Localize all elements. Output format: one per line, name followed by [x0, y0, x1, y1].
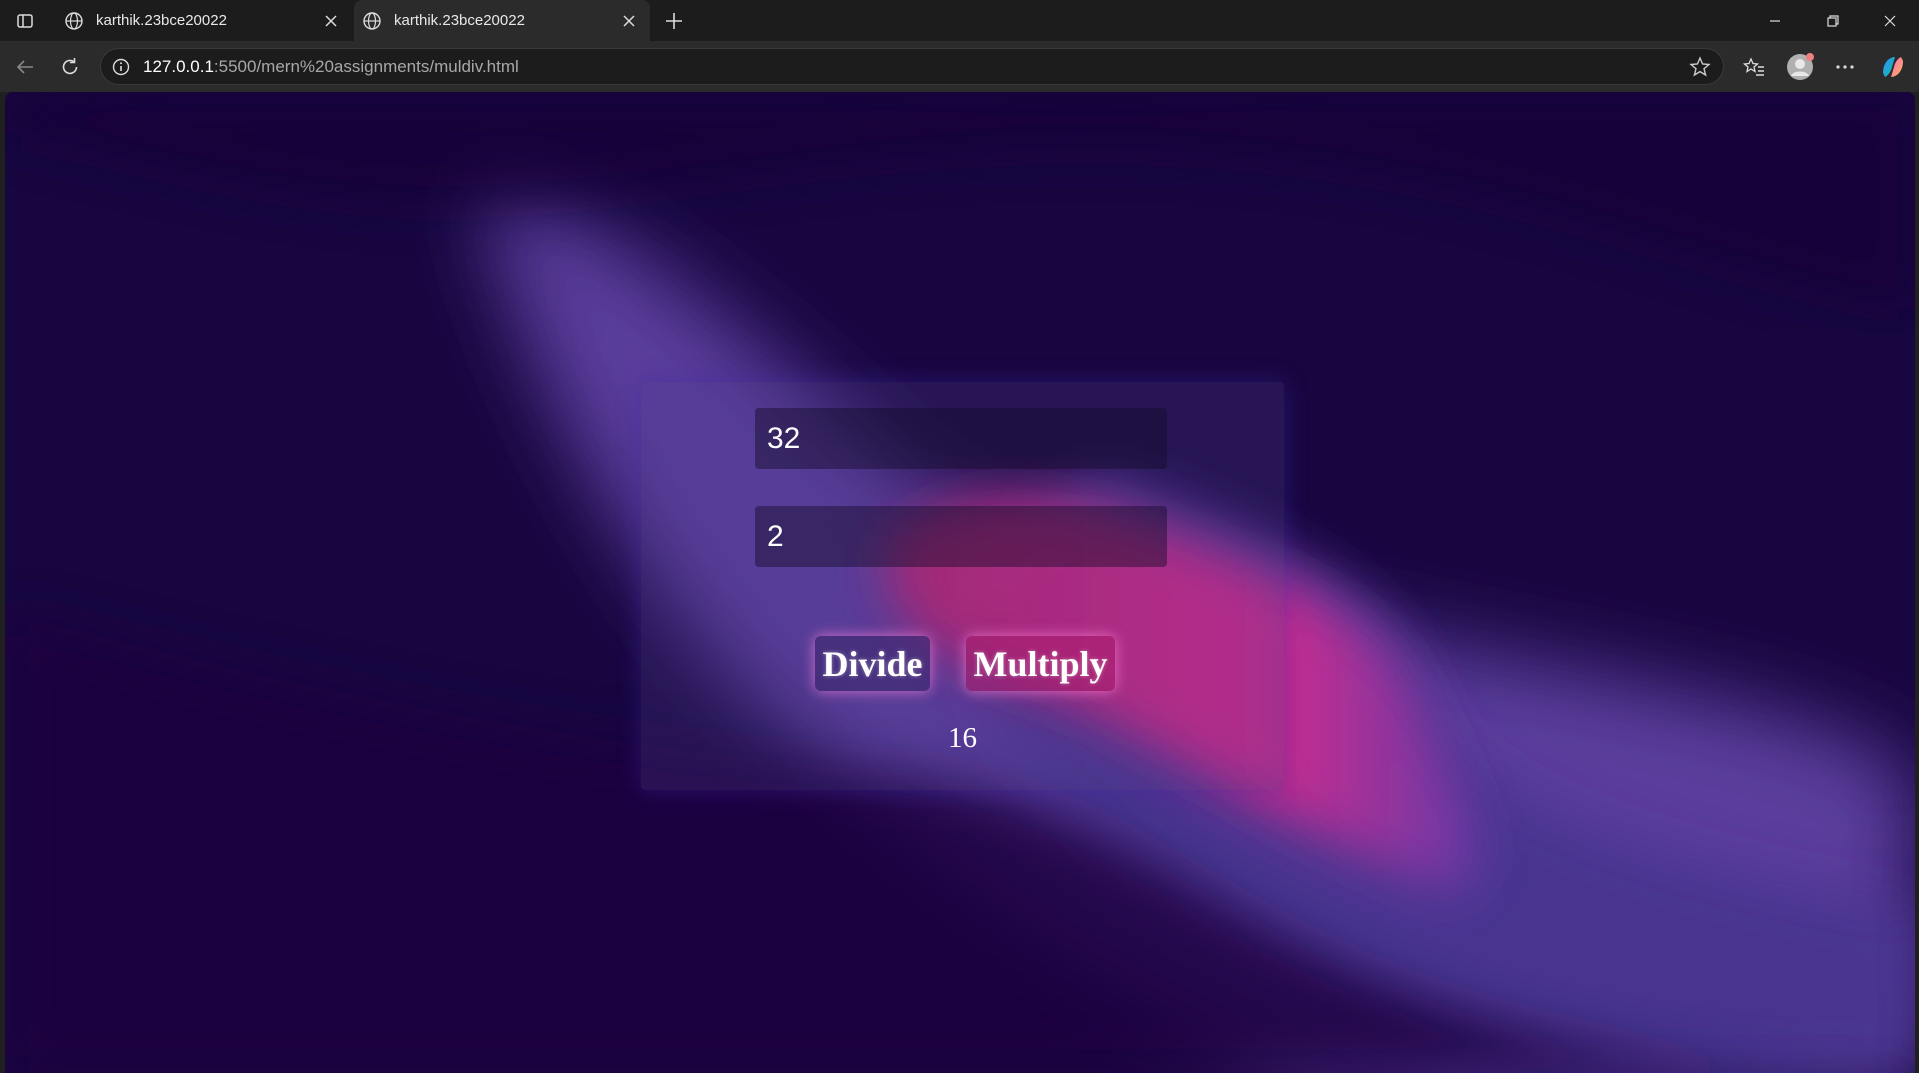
- browser-chrome: karthik.23bce20022 karthik.23bce20022 12…: [0, 0, 1919, 92]
- tab-title: karthik.23bce20022: [394, 12, 525, 29]
- url-path: :5500/mern%20assignments/muldiv.html: [213, 57, 519, 76]
- more-icon[interactable]: [1830, 52, 1860, 82]
- globe-icon: [64, 11, 84, 31]
- globe-icon: [362, 11, 382, 31]
- divide-button[interactable]: Divide: [815, 636, 930, 691]
- calculator-card: Divide Multiply 16: [641, 382, 1284, 790]
- profile-icon[interactable]: [1785, 52, 1815, 82]
- sidebar-toggle-icon[interactable]: [13, 9, 37, 33]
- close-icon[interactable]: [616, 8, 642, 34]
- minimize-icon[interactable]: [1746, 0, 1804, 41]
- favorites-icon[interactable]: [1739, 52, 1769, 82]
- star-icon[interactable]: [1689, 56, 1711, 78]
- result-text: 16: [948, 722, 977, 754]
- reload-icon[interactable]: [55, 52, 85, 82]
- tab-inactive[interactable]: karthik.23bce20022: [56, 0, 352, 41]
- address-bar[interactable]: 127.0.0.1:5500/mern%20assignments/muldiv…: [100, 48, 1724, 85]
- plus-icon[interactable]: [660, 7, 688, 35]
- url-text: 127.0.0.1:5500/mern%20assignments/muldiv…: [143, 57, 519, 77]
- tab-active[interactable]: karthik.23bce20022: [354, 0, 650, 41]
- first-number-input[interactable]: [755, 408, 1167, 469]
- url-host: 127.0.0.1: [143, 57, 214, 76]
- page-viewport: Divide Multiply 16: [5, 92, 1915, 1073]
- close-window-icon[interactable]: [1861, 0, 1919, 41]
- close-icon[interactable]: [318, 8, 344, 34]
- multiply-button[interactable]: Multiply: [966, 636, 1115, 691]
- browser-toolbar: 127.0.0.1:5500/mern%20assignments/muldiv…: [0, 41, 1919, 92]
- info-icon[interactable]: [111, 57, 131, 77]
- restore-icon[interactable]: [1804, 0, 1862, 41]
- back-icon[interactable]: [10, 52, 40, 82]
- copilot-icon[interactable]: [1878, 52, 1908, 82]
- tab-title: karthik.23bce20022: [96, 12, 227, 29]
- tab-bar: karthik.23bce20022 karthik.23bce20022: [0, 0, 1919, 41]
- second-number-input[interactable]: [755, 506, 1167, 567]
